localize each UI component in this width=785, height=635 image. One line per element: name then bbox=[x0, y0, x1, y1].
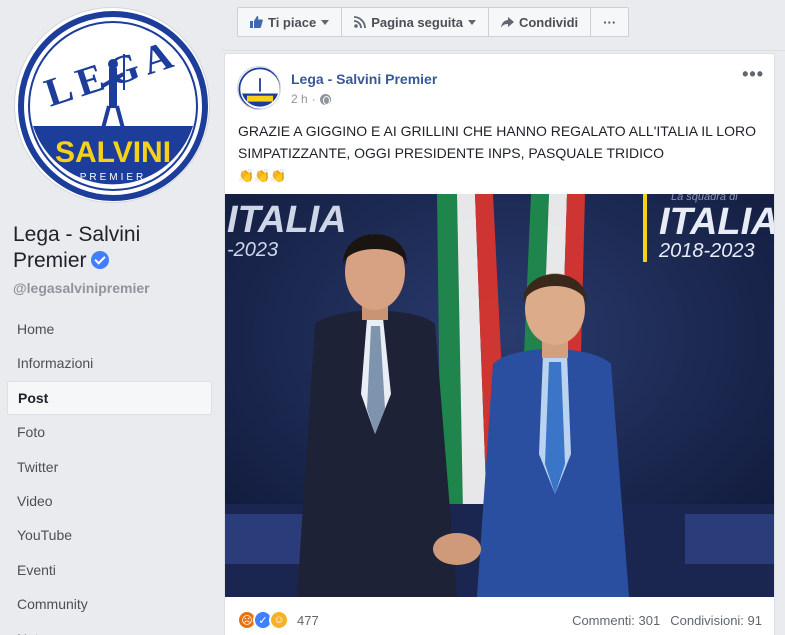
svg-text:ITALIA: ITALIA bbox=[227, 199, 347, 241]
post-message-text: GRAZIE A GIGGINO E AI GRILLINI CHE HANNO… bbox=[238, 123, 756, 161]
page-title-text: Lega - Salvini Premier bbox=[13, 223, 141, 272]
follow-page-button[interactable]: Pagina seguita bbox=[342, 8, 489, 36]
chevron-down-icon bbox=[321, 19, 330, 25]
photo-handshake-image: ITALIA -2023 La squadra di ITALIA 2018-2… bbox=[225, 194, 774, 597]
follow-page-label: Pagina seguita bbox=[371, 14, 463, 30]
page-nav: Home Informazioni Post Foto Twitter Vide… bbox=[7, 312, 212, 635]
post-timestamp[interactable]: 2 h bbox=[291, 92, 308, 106]
post-card: Lega - Salvini Premier 2 h · ••• GRAZIE … bbox=[224, 53, 775, 635]
share-page-button[interactable]: Condividi bbox=[489, 8, 592, 36]
post-photo[interactable]: ITALIA -2023 La squadra di ITALIA 2018-2… bbox=[225, 194, 774, 597]
globe-icon[interactable] bbox=[319, 93, 331, 105]
haha-reaction-icon: ☺ bbox=[269, 610, 289, 630]
post-stats: Commenti: 301 Condivisioni: 91 bbox=[572, 613, 762, 628]
handshake bbox=[433, 533, 481, 565]
post-author-avatar[interactable] bbox=[237, 66, 281, 110]
page-profile-picture[interactable]: LEGA SALVINI PREMIER bbox=[14, 7, 210, 203]
thumbs-up-icon bbox=[250, 16, 263, 28]
page-handle[interactable]: @legasalvinipremier bbox=[13, 280, 150, 296]
meta-separator: · bbox=[311, 92, 316, 106]
nav-item-eventi[interactable]: Eventi bbox=[7, 553, 212, 587]
nav-item-youtube[interactable]: YouTube bbox=[7, 518, 212, 552]
verified-badge-icon bbox=[90, 251, 109, 269]
page-title[interactable]: Lega - Salvini Premier bbox=[13, 222, 213, 274]
lega-logo-small bbox=[238, 67, 280, 109]
nav-item-twitter[interactable]: Twitter bbox=[7, 450, 212, 484]
clapping-hands-emoji: 👏👏👏 bbox=[238, 168, 287, 183]
svg-text:PREMIER: PREMIER bbox=[80, 172, 147, 183]
nav-item-video[interactable]: Video bbox=[7, 484, 212, 518]
page-action-bar: Ti piace Pagina seguita Condividi ··· bbox=[237, 7, 630, 37]
post-meta: 2 h · bbox=[291, 92, 331, 106]
share-page-label: Condividi bbox=[518, 14, 579, 30]
rss-icon bbox=[354, 16, 367, 28]
nav-item-community[interactable]: Community bbox=[7, 587, 212, 621]
lega-logo: LEGA SALVINI PREMIER bbox=[18, 11, 208, 201]
nav-item-foto[interactable]: Foto bbox=[7, 415, 212, 449]
nav-item-note[interactable]: Note bbox=[7, 622, 212, 635]
post-author-link[interactable]: Lega - Salvini Premier bbox=[291, 71, 437, 87]
svg-text:-2023: -2023 bbox=[227, 239, 278, 261]
left-sidebar: LEGA SALVINI PREMIER Lega - Salvini Prem… bbox=[0, 0, 222, 635]
svg-text:2018-2023: 2018-2023 bbox=[658, 240, 755, 262]
nav-item-post[interactable]: Post bbox=[7, 380, 212, 416]
comments-count-link[interactable]: Commenti: 301 bbox=[572, 613, 660, 628]
post-message: GRAZIE A GIGGINO E AI GRILLINI CHE HANNO… bbox=[238, 120, 768, 187]
chevron-down-icon bbox=[467, 19, 476, 25]
nav-item-home[interactable]: Home bbox=[7, 312, 212, 346]
svg-text:SALVINI: SALVINI bbox=[55, 136, 171, 169]
like-page-button[interactable]: Ti piace bbox=[238, 8, 343, 36]
svg-text:ITALIA: ITALIA bbox=[659, 201, 774, 243]
reactions-count: 477 bbox=[297, 612, 319, 628]
divider bbox=[222, 50, 785, 51]
post-options-icon[interactable]: ••• bbox=[742, 64, 764, 85]
reactions-summary[interactable]: ☹ ✓ ☺ 477 bbox=[237, 610, 319, 630]
shares-count-link[interactable]: Condivisioni: 91 bbox=[670, 613, 762, 628]
more-options-button[interactable]: ··· bbox=[591, 8, 628, 36]
more-dots-icon: ··· bbox=[603, 14, 617, 30]
like-page-label: Ti piace bbox=[268, 14, 317, 30]
share-arrow-icon bbox=[500, 16, 514, 28]
nav-item-informazioni[interactable]: Informazioni bbox=[7, 346, 212, 380]
